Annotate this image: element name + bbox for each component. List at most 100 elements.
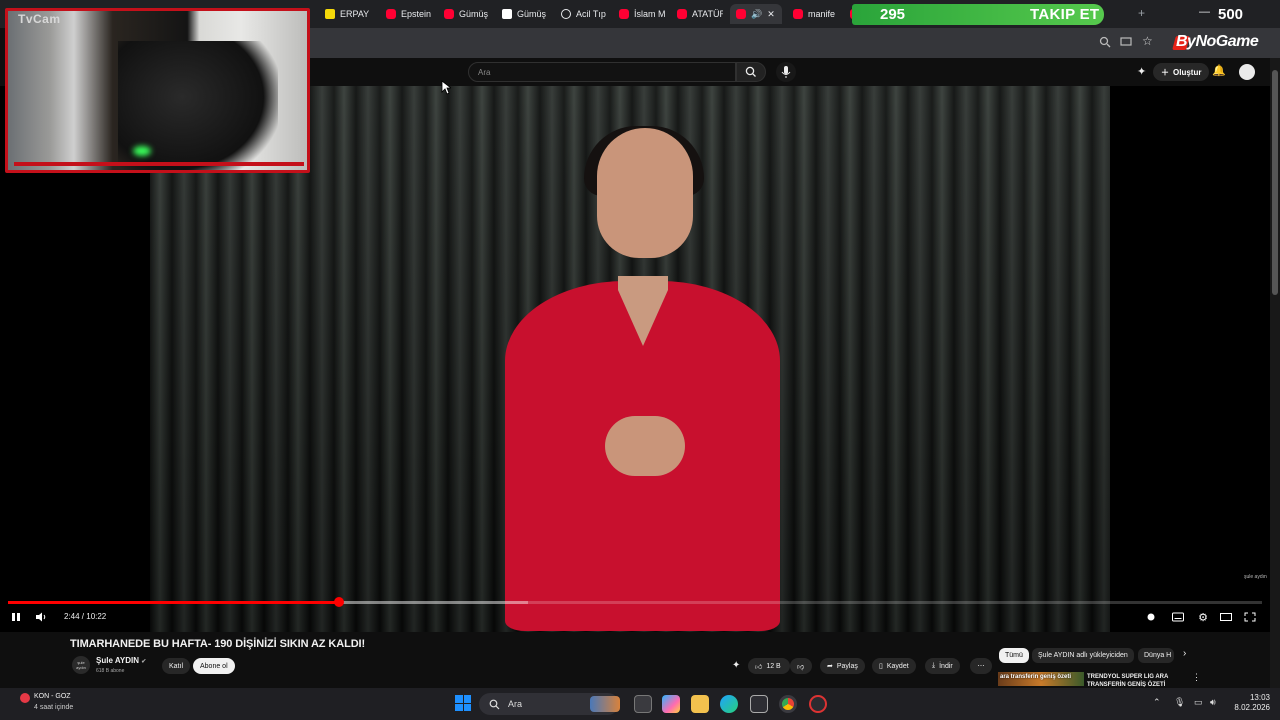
tab-active[interactable]: 🔊 ✕ [730,4,782,24]
create-button[interactable]: ＋ Oluştur [1153,63,1210,81]
youtube-icon [736,9,746,19]
search-highlight-image [590,696,620,712]
channel-watermark[interactable]: şule aydın [1244,574,1267,580]
chip-from-uploader[interactable]: Şule AYDIN adlı yükleyiciden [1032,648,1134,663]
progress-bar[interactable] [8,597,1262,607]
volume-button[interactable] [33,610,49,624]
bookmark-star-icon[interactable]: ☆ [1142,34,1153,48]
recommendation-title[interactable]: TRENDYOL SÜPER LİG ARA TRANSFERİN GENİŞ … [1087,673,1182,687]
presenter-hands [605,416,685,476]
webcam-overlay [5,8,310,173]
clock-date: 8.02.2026 [1234,703,1270,712]
zoom-icon[interactable] [1099,36,1111,48]
tab-label: ATATÜR [692,9,723,19]
notification-alert-icon [20,693,30,703]
voice-search-button[interactable] [776,62,796,82]
pause-button[interactable] [8,610,24,624]
dislike-button[interactable]: 👎︎ [790,658,812,674]
close-tab-icon[interactable]: ✕ [767,9,775,20]
theater-mode-button[interactable] [1218,610,1234,624]
youtube-icon [619,9,629,19]
like-count: 12 B [766,662,781,670]
store-icon[interactable] [750,695,768,713]
join-button[interactable]: Katıl [162,658,191,674]
subscribe-button[interactable]: Abone ol [193,658,235,674]
chevron-right-icon[interactable]: › [1183,648,1186,659]
subtitles-button[interactable] [1170,610,1186,624]
follow-count: 295 [880,6,906,23]
taskbar-search-label: Ara [508,699,523,709]
speaker-icon[interactable]: 🔊 [751,9,762,20]
chip-world[interactable]: Dünya H [1138,648,1174,663]
minimize-button[interactable]: — [1199,6,1210,18]
microphone-tray-icon[interactable]: 🎙︎ [1174,697,1185,708]
extensions-icon[interactable]: ✦ [1137,65,1146,78]
search-button[interactable] [736,62,766,82]
tab-label: manife [808,9,836,19]
channel-name[interactable]: Şule AYDIN ✔ [96,656,146,665]
search-icon [489,699,500,709]
webcam-light [133,146,151,156]
user-avatar[interactable] [1239,64,1255,80]
gear-icon: ⚙ [1198,611,1208,624]
scrubber-handle[interactable] [334,597,345,607]
share-icon: ➦ [827,663,833,670]
download-button[interactable]: ⤓ İndir [925,658,960,674]
clock-time: 13:03 [1249,693,1270,702]
tab-islam[interactable]: İslam M [619,4,665,24]
presenter-head [597,128,693,258]
plus-icon: ＋ [1161,67,1169,77]
channel-avatar[interactable]: şule aydın [72,656,90,674]
edge-icon[interactable] [720,695,738,713]
recommendation-menu-icon[interactable]: ⋮ [1192,672,1201,683]
tab-acil-tip[interactable]: Acil Tıp [561,4,609,24]
network-icon[interactable]: ▭ [1194,697,1203,708]
chrome-icon[interactable] [779,695,797,713]
tab-ataturk[interactable]: ATATÜR [677,4,723,24]
share-label: Paylaş [836,662,858,670]
file-explorer-icon[interactable] [691,695,709,713]
tab-label: Acil Tıp [576,9,606,19]
settings-button[interactable]: ⚙ [1195,610,1211,624]
ask-ai-icon[interactable]: ✦ [732,660,740,671]
follow-label: TAKIP ET [1030,6,1100,23]
like-button[interactable]: 👍︎ 12 B [748,658,790,674]
obs-icon[interactable] [809,695,827,713]
tab-epstein[interactable]: Epstein [386,4,434,24]
follow-goal: 500 [1218,6,1244,23]
share-button[interactable]: ➦ Paylaş [820,658,865,674]
autoplay-toggle[interactable] [1143,610,1159,624]
tab-label: Gümüş [517,9,547,19]
pause-icon [12,613,20,621]
save-button[interactable]: ▯ Kaydet [872,658,916,674]
tab-manifesto[interactable]: manife [793,4,839,24]
thumbnail-caption: ara transferin geniş özeti [1000,674,1072,680]
fullscreen-icon [1244,612,1256,622]
windows-start-icon[interactable] [455,695,471,711]
chip-all[interactable]: Tümü [999,648,1029,663]
tab-gumus[interactable]: Gümüş [444,4,490,24]
channel-name-text: Şule AYDIN [96,656,139,665]
scrollbar-thumb[interactable] [1272,70,1278,295]
subtitles-icon [1172,612,1184,622]
webcam-frame-bar [14,162,304,166]
more-actions-button[interactable]: ⋯ [970,658,992,674]
tab-gumus-b[interactable]: Gümüş [502,4,548,24]
taskbar-clock[interactable]: 13:03 8.02.2026 [1230,693,1270,713]
video-title: TIMARHANEDE BU HAFTA- 190 DİŞİNİZİ SIKIN… [70,638,366,650]
save-label: Kaydet [886,662,909,670]
tab-erpay[interactable]: ERPAY [325,4,377,24]
search-input[interactable]: Ara [468,62,736,82]
task-view-icon[interactable] [634,695,652,713]
tray-chevron-icon[interactable]: ⌃ [1153,697,1161,708]
cast-icon[interactable] [1120,36,1132,48]
microphone-icon [781,66,791,78]
copilot-icon[interactable] [662,695,680,713]
new-tab-button[interactable]: + [1138,6,1145,20]
thumbs-up-icon: 👍︎ [755,663,763,671]
tab-label: ERPAY [340,9,370,19]
speaker-tray-icon[interactable]: 🔊︎ [1210,697,1216,708]
fullscreen-button[interactable] [1242,610,1258,624]
notifications-bell-icon[interactable]: 🔔 [1212,64,1226,77]
search-icon [745,66,756,77]
